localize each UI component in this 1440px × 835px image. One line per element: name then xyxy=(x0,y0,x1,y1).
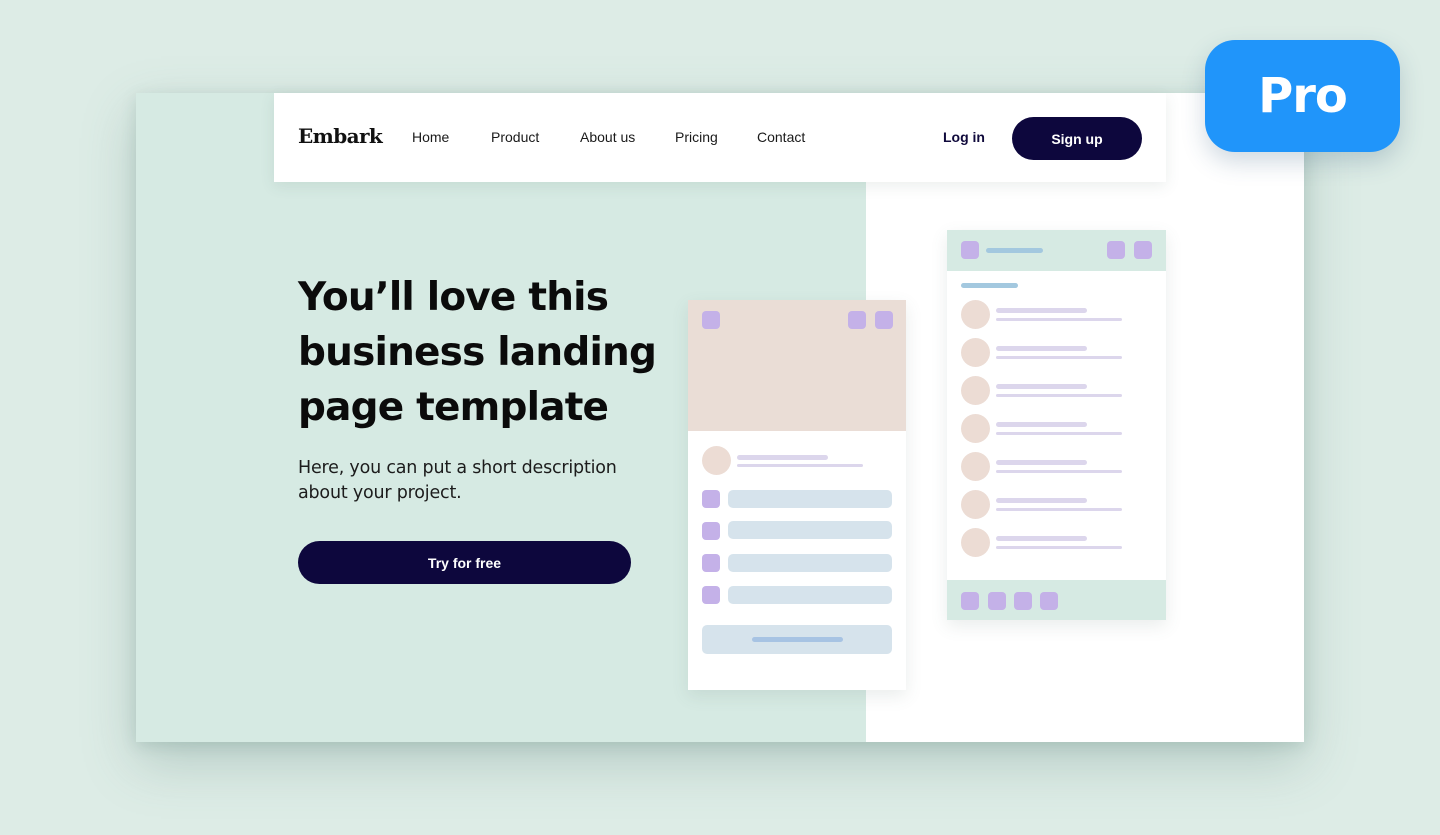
nav-link-pricing[interactable]: Pricing xyxy=(675,129,718,145)
avatar-placeholder xyxy=(961,300,990,329)
nav-link-contact[interactable]: Contact xyxy=(757,129,805,145)
nav-links: Home Product About us Pricing Contact xyxy=(412,129,846,145)
action-icon-placeholder xyxy=(1107,241,1125,259)
tab-icon-placeholder xyxy=(1040,592,1058,610)
avatar-placeholder xyxy=(961,490,990,519)
checkbox-placeholder xyxy=(702,522,720,540)
top-navigation: Embark Home Product About us Pricing Con… xyxy=(274,93,1166,182)
avatar-placeholder xyxy=(961,414,990,443)
tab-icon-placeholder xyxy=(1014,592,1032,610)
text-line-placeholder xyxy=(996,432,1122,435)
hero-title: You’ll love this business landing page t… xyxy=(298,275,657,430)
avatar-placeholder xyxy=(961,452,990,481)
menu-icon-placeholder xyxy=(702,311,720,329)
text-line-placeholder xyxy=(996,356,1122,359)
avatar-placeholder xyxy=(961,528,990,557)
text-line-placeholder xyxy=(996,346,1087,351)
text-line-placeholder xyxy=(996,546,1122,549)
text-line-placeholder xyxy=(737,455,828,460)
signup-button[interactable]: Sign up xyxy=(1012,117,1142,160)
tab-icon-placeholder xyxy=(961,592,979,610)
text-line-placeholder xyxy=(996,384,1087,389)
button-label-placeholder xyxy=(752,637,843,642)
title-line-placeholder xyxy=(986,248,1043,253)
action-icon-placeholder xyxy=(875,311,893,329)
avatar-placeholder xyxy=(961,376,990,405)
nav-link-about-us[interactable]: About us xyxy=(580,129,635,145)
login-link[interactable]: Log in xyxy=(943,129,985,145)
checkbox-placeholder xyxy=(702,490,720,508)
avatar-placeholder xyxy=(702,446,731,475)
action-icon-placeholder xyxy=(1134,241,1152,259)
text-line-placeholder xyxy=(996,318,1122,321)
text-line-placeholder xyxy=(996,470,1122,473)
text-line-placeholder xyxy=(996,422,1087,427)
list-row-placeholder xyxy=(728,554,892,572)
logo[interactable]: Embark xyxy=(298,124,383,148)
try-for-free-button[interactable]: Try for free xyxy=(298,541,631,584)
list-row-placeholder xyxy=(728,586,892,604)
nav-link-product[interactable]: Product xyxy=(491,129,539,145)
list-row-placeholder xyxy=(728,521,892,539)
text-line-placeholder xyxy=(996,460,1087,465)
mock-app-card-left xyxy=(688,300,906,690)
text-line-placeholder xyxy=(996,498,1087,503)
section-title-placeholder xyxy=(961,283,1018,288)
list-row-placeholder xyxy=(728,490,892,508)
checkbox-placeholder xyxy=(702,586,720,604)
checkbox-placeholder xyxy=(702,554,720,572)
button-placeholder xyxy=(702,625,892,654)
nav-link-home[interactable]: Home xyxy=(412,129,450,145)
hero-description: Here, you can put a short description ab… xyxy=(298,458,617,503)
avatar-placeholder xyxy=(961,338,990,367)
text-line-placeholder xyxy=(996,308,1087,313)
text-line-placeholder xyxy=(996,536,1087,541)
text-line-placeholder xyxy=(996,508,1122,511)
tab-icon-placeholder xyxy=(988,592,1006,610)
pro-badge: Pro xyxy=(1205,40,1400,152)
text-line-placeholder xyxy=(737,464,863,467)
image-placeholder xyxy=(688,300,906,431)
mock-app-card-right xyxy=(947,230,1166,620)
menu-icon-placeholder xyxy=(961,241,979,259)
text-line-placeholder xyxy=(996,394,1122,397)
action-icon-placeholder xyxy=(848,311,866,329)
